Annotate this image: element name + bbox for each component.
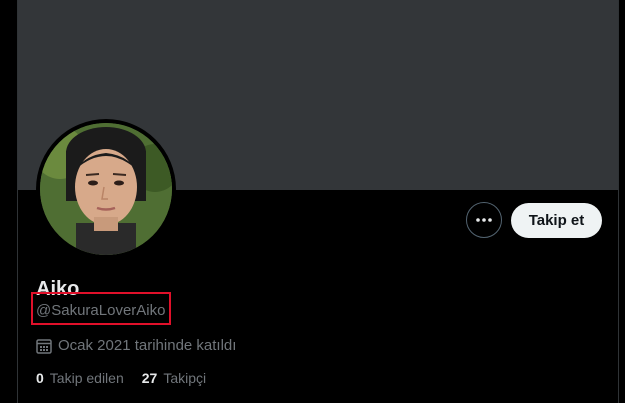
follow-stats: 0 Takip edilen 27 Takipçi — [36, 369, 206, 387]
joined-text: Ocak 2021 tarihinde katıldı — [58, 337, 237, 354]
joined-date: Ocak 2021 tarihinde katıldı — [36, 337, 236, 355]
avatar-ring — [36, 119, 176, 259]
avatar-image — [40, 123, 172, 255]
following-label: Takip edilen — [49, 370, 124, 386]
avatar[interactable] — [40, 123, 172, 255]
more-horizontal-icon — [476, 218, 492, 222]
followers-count: 27 — [141, 370, 158, 386]
followers-stat[interactable]: 27 Takipçi — [142, 369, 206, 387]
following-stat[interactable]: 0 Takip edilen — [36, 369, 124, 387]
follow-button[interactable]: Takip et — [511, 203, 602, 238]
followers-label: Takipçi — [163, 370, 207, 386]
profile-column: Takip et Aiko @SakuraLoverAiko Ocak 2021… — [17, 0, 619, 403]
user-handle: @SakuraLoverAiko — [36, 302, 166, 319]
more-options-button[interactable] — [466, 202, 502, 238]
calendar-icon — [36, 339, 52, 354]
following-count: 0 — [36, 370, 44, 386]
